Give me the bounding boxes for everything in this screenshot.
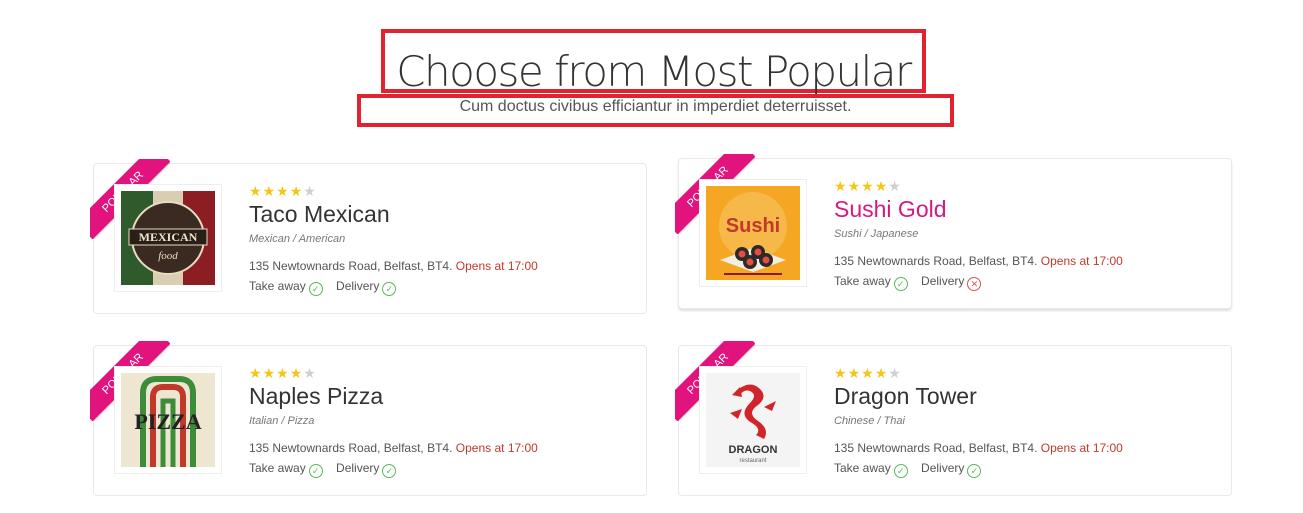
opening-time: Opens at 17:00: [1040, 254, 1123, 268]
restaurant-name[interactable]: Naples Pizza: [249, 382, 629, 410]
logo-subtext: restaurant: [739, 458, 766, 464]
restaurant-address-line: 135 Newtownards Road, Belfast, BT4. Open…: [249, 258, 629, 274]
restaurant-cuisine: Mexican / American: [249, 233, 346, 245]
star-icon: ★: [847, 365, 862, 381]
star-icon: ★: [276, 183, 290, 199]
check-icon: ✓: [967, 464, 982, 478]
rating-stars: ★★★★★: [834, 366, 1214, 380]
mexican-food-logo-image: MEXICAN food: [121, 191, 215, 285]
delivery-label: Delivery: [921, 461, 965, 475]
star-icon: ★: [289, 183, 304, 199]
page-subtitle: Cum doctus civibus efficiantur in imperd…: [459, 98, 852, 115]
delivery-label: Delivery: [336, 279, 380, 293]
star-empty-icon: ★: [303, 183, 317, 199]
star-icon: ★: [874, 365, 889, 381]
pizza-logo-image: PIZZA: [121, 373, 215, 467]
restaurant-thumbnail[interactable]: PIZZA: [114, 366, 222, 474]
service-options: Take away ✓ Delivery ✓: [834, 460, 1214, 478]
restaurant-cuisine: Chinese / Thai: [834, 415, 905, 427]
restaurant-name[interactable]: Dragon Tower: [834, 382, 1214, 410]
star-icon: ★: [276, 365, 290, 381]
star-icon: ★: [874, 178, 889, 194]
star-icon: ★: [847, 178, 862, 194]
check-icon: ✓: [308, 464, 323, 478]
restaurant-thumbnail[interactable]: Sushi: [699, 179, 807, 287]
restaurant-name[interactable]: Taco Mexican: [249, 200, 629, 228]
restaurant-card-sushi-gold[interactable]: Popular Sushi ★★★★★ Sushi Gold Sushi / J…: [675, 154, 1232, 309]
takeaway-label: Take away: [249, 279, 306, 293]
restaurant-address: 135 Newtownards Road, Belfast, BT4.: [834, 254, 1038, 268]
restaurant-card-dragon-tower[interactable]: Popular DRAGON restaurant ★★★★★ Dragon T…: [675, 341, 1232, 496]
star-empty-icon: ★: [888, 178, 902, 194]
restaurant-cuisine: Sushi / Japanese: [834, 228, 919, 240]
restaurant-cuisine: Italian / Pizza: [249, 415, 315, 427]
page-title: Choose from Most Popular: [396, 47, 912, 96]
star-icon: ★: [861, 178, 875, 194]
opening-time: Opens at 17:00: [1040, 441, 1123, 455]
check-icon: ✓: [893, 464, 908, 478]
star-icon: ★: [249, 365, 263, 381]
service-options: Take away ✓ Delivery ✕: [834, 273, 1214, 291]
opening-time: Opens at 17:00: [455, 259, 538, 273]
service-options: Take away ✓ Delivery ✓: [249, 278, 629, 296]
restaurant-address-line: 135 Newtownards Road, Belfast, BT4. Open…: [834, 440, 1214, 456]
check-icon: ✓: [308, 282, 323, 296]
delivery-label: Delivery: [921, 274, 965, 288]
restaurant-address: 135 Newtownards Road, Belfast, BT4.: [249, 441, 453, 455]
restaurant-address-line: 135 Newtownards Road, Belfast, BT4. Open…: [249, 440, 629, 456]
star-empty-icon: ★: [303, 365, 317, 381]
star-icon: ★: [834, 365, 848, 381]
cross-icon: ✕: [967, 277, 982, 291]
rating-stars: ★★★★★: [249, 366, 629, 380]
rating-stars: ★★★★★: [834, 179, 1214, 193]
star-icon: ★: [861, 365, 875, 381]
opening-time: Opens at 17:00: [455, 441, 538, 455]
star-icon: ★: [262, 183, 277, 199]
logo-subtext: food: [158, 250, 178, 262]
check-icon: ✓: [382, 282, 397, 296]
restaurant-card-naples-pizza[interactable]: Popular PIZZA ★★★★★ Naples Pizza Italian…: [90, 341, 647, 496]
takeaway-label: Take away: [834, 274, 891, 288]
dragon-logo-image: DRAGON restaurant: [706, 373, 800, 467]
restaurant-address: 135 Newtownards Road, Belfast, BT4.: [249, 259, 453, 273]
rating-stars: ★★★★★: [249, 184, 629, 198]
logo-text: PIZZA: [134, 409, 201, 434]
check-icon: ✓: [893, 277, 908, 291]
check-icon: ✓: [382, 464, 397, 478]
star-icon: ★: [834, 178, 848, 194]
star-empty-icon: ★: [888, 365, 902, 381]
star-icon: ★: [262, 365, 277, 381]
star-icon: ★: [289, 365, 304, 381]
service-options: Take away ✓ Delivery ✓: [249, 460, 629, 478]
star-icon: ★: [249, 183, 263, 199]
restaurant-address: 135 Newtownards Road, Belfast, BT4.: [834, 441, 1038, 455]
restaurant-address-line: 135 Newtownards Road, Belfast, BT4. Open…: [834, 253, 1214, 269]
logo-text: DRAGON: [729, 444, 778, 456]
takeaway-label: Take away: [834, 461, 891, 475]
restaurant-card-taco-mexican[interactable]: Popular MEXICAN food ★★★★★ Taco Mexican …: [90, 159, 647, 314]
restaurant-thumbnail[interactable]: DRAGON restaurant: [699, 366, 807, 474]
logo-text: MEXICAN: [139, 230, 198, 244]
takeaway-label: Take away: [249, 461, 306, 475]
sushi-logo-image: Sushi: [706, 186, 800, 280]
restaurant-name[interactable]: Sushi Gold: [834, 195, 1214, 223]
logo-text: Sushi: [726, 215, 780, 237]
delivery-label: Delivery: [336, 461, 380, 475]
restaurant-thumbnail[interactable]: MEXICAN food: [114, 184, 222, 292]
